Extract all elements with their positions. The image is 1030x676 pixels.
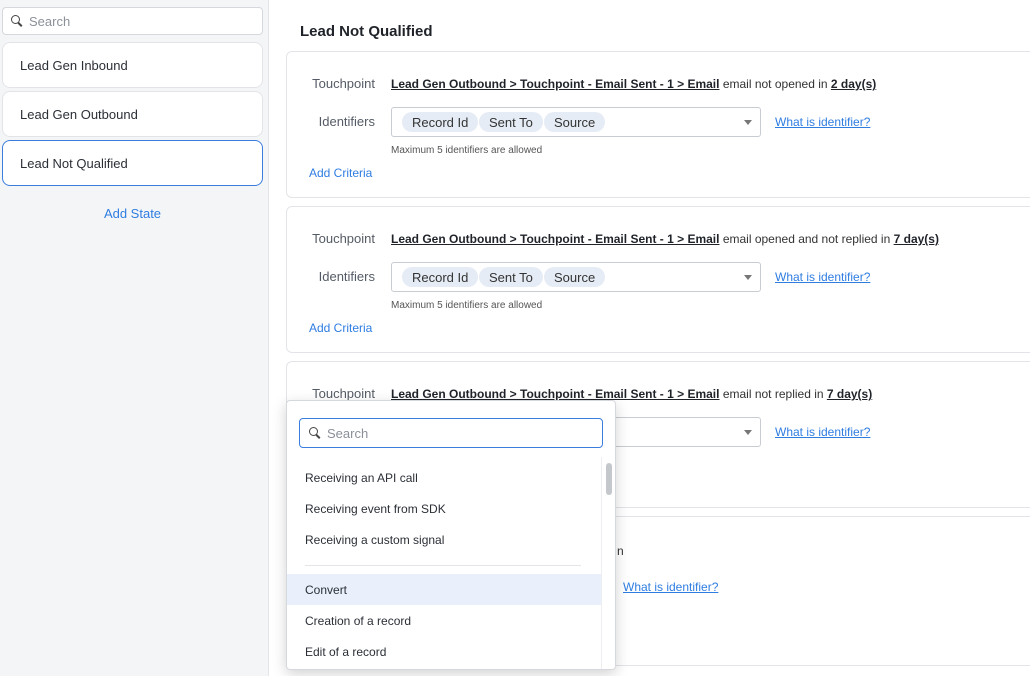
what-is-identifier-link[interactable]: What is identifier?: [775, 115, 870, 129]
dropdown-option-record-edit[interactable]: Edit of a record: [287, 636, 603, 667]
state-item-label: Lead Gen Outbound: [20, 106, 138, 122]
add-state-link[interactable]: Add State: [0, 206, 265, 221]
dropdown-scrollbar-thumb[interactable]: [606, 463, 612, 495]
days-link[interactable]: 2 day(s): [831, 77, 876, 91]
identifier-chip-source[interactable]: Source: [544, 267, 606, 287]
search-icon: [11, 15, 23, 27]
touchpoint-condition: email opened and not replied in: [719, 232, 894, 246]
touchpoint-label: Touchpoint: [312, 231, 375, 246]
days-link[interactable]: 7 day(s): [894, 232, 939, 246]
touchpoint-link[interactable]: Lead Gen Outbound > Touchpoint - Email S…: [391, 77, 719, 91]
add-criteria-link[interactable]: Add Criteria: [309, 321, 372, 335]
state-item-label: Lead Not Qualified: [20, 155, 128, 171]
page-title: Lead Not Qualified: [300, 23, 433, 40]
identifier-chip-record-id[interactable]: Record Id: [402, 267, 479, 287]
days-link[interactable]: 7 day(s): [827, 387, 872, 401]
what-is-identifier-link[interactable]: What is identifier?: [623, 580, 718, 594]
dropdown-search-input[interactable]: Search: [299, 418, 603, 448]
chevron-down-icon[interactable]: [744, 120, 752, 125]
touchpoint-description-partial: n: [617, 544, 624, 558]
dropdown-option-convert[interactable]: Convert: [287, 574, 603, 605]
add-criteria-link[interactable]: Add Criteria: [309, 166, 372, 180]
identifiers-select[interactable]: Record Id Sent To Source: [391, 262, 761, 292]
chevron-down-icon[interactable]: [744, 430, 752, 435]
trigger-dropdown[interactable]: Search Receiving an API call Receiving e…: [286, 400, 616, 670]
what-is-identifier-link[interactable]: What is identifier?: [775, 425, 870, 439]
identifier-chip-source[interactable]: Source: [544, 112, 606, 132]
criteria-card-1: Touchpoint Lead Gen Outbound > Touchpoin…: [286, 51, 1030, 198]
touchpoint-description: Lead Gen Outbound > Touchpoint - Email S…: [391, 387, 872, 401]
identifier-chip-record-id[interactable]: Record Id: [402, 112, 479, 132]
touchpoint-link[interactable]: Lead Gen Outbound > Touchpoint - Email S…: [391, 387, 719, 401]
dropdown-option-api-call[interactable]: Receiving an API call: [287, 462, 603, 493]
identifier-chip-sent-to[interactable]: Sent To: [479, 267, 543, 287]
dropdown-option-record-creation[interactable]: Creation of a record: [287, 605, 603, 636]
touchpoint-description: Lead Gen Outbound > Touchpoint - Email S…: [391, 232, 939, 246]
identifiers-hint: Maximum 5 identifiers are allowed: [391, 145, 543, 156]
states-sidebar: Search Lead Gen Inbound Lead Gen Outboun…: [0, 0, 269, 676]
search-icon: [309, 427, 321, 439]
state-item-lead-not-qualified[interactable]: Lead Not Qualified: [2, 140, 263, 186]
dropdown-option-custom-signal[interactable]: Receiving a custom signal: [287, 524, 603, 555]
identifiers-label: Identifiers: [318, 114, 375, 129]
what-is-identifier-link[interactable]: What is identifier?: [775, 270, 870, 284]
touchpoint-link[interactable]: Lead Gen Outbound > Touchpoint - Email S…: [391, 232, 719, 246]
dropdown-search-placeholder: Search: [327, 425, 369, 441]
identifiers-select[interactable]: Record Id Sent To Source: [391, 107, 761, 137]
state-search-input[interactable]: Search: [2, 7, 263, 35]
touchpoint-description: Lead Gen Outbound > Touchpoint - Email S…: [391, 77, 876, 91]
dropdown-option-sdk-event[interactable]: Receiving event from SDK: [287, 493, 603, 524]
touchpoint-condition: email not opened in: [719, 77, 831, 91]
touchpoint-label: Touchpoint: [312, 76, 375, 91]
criteria-card-2: Touchpoint Lead Gen Outbound > Touchpoin…: [286, 206, 1030, 353]
touchpoint-condition: email not replied in: [719, 387, 827, 401]
identifiers-label: Identifiers: [318, 269, 375, 284]
state-item-label: Lead Gen Inbound: [20, 57, 128, 73]
state-search-placeholder: Search: [29, 13, 71, 29]
identifiers-hint: Maximum 5 identifiers are allowed: [391, 300, 543, 311]
state-item-lead-gen-inbound[interactable]: Lead Gen Inbound: [2, 42, 263, 88]
dropdown-divider: [305, 565, 581, 566]
touchpoint-label: Touchpoint: [312, 386, 375, 401]
chevron-down-icon[interactable]: [744, 275, 752, 280]
state-item-lead-gen-outbound[interactable]: Lead Gen Outbound: [2, 91, 263, 137]
identifier-chip-sent-to[interactable]: Sent To: [479, 112, 543, 132]
